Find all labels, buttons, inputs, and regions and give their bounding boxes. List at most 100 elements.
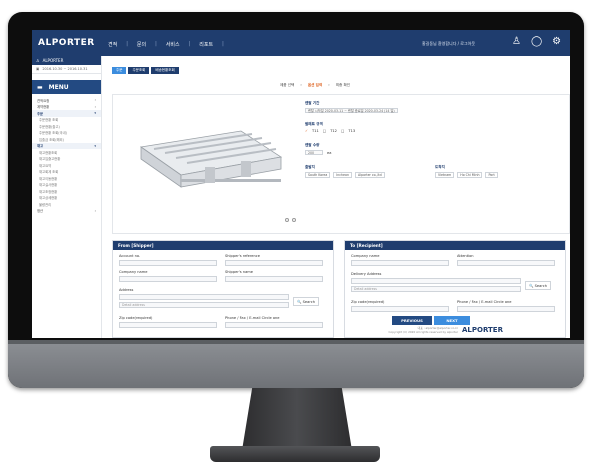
sidebar-item-label: 주문현황 조회(국내) [39, 131, 67, 136]
detail-address-input[interactable]: Detail address [119, 302, 289, 308]
carousel-dot[interactable] [285, 218, 289, 222]
recipient-contact-label: Phone / Fax / E-mail Circle one [457, 300, 512, 304]
app-logo[interactable]: ALPORTER [38, 38, 95, 48]
destination-site-select[interactable]: Port [485, 172, 498, 178]
chevron-down-icon: ▾ [94, 143, 96, 148]
destination-city-select[interactable]: Ho Chi Minh [457, 172, 483, 178]
sidebar-item-label: 재고조정현황 [39, 189, 58, 194]
address-search-button[interactable]: 🔍 Search [293, 297, 319, 306]
delivery-address-field: Delivery Address Detail address [351, 272, 521, 292]
top-menu-separator: | [188, 41, 191, 47]
recipient-company-input[interactable] [351, 260, 449, 266]
contact-input[interactable] [225, 322, 323, 328]
pallet-option-t12[interactable]: T12 [330, 129, 337, 133]
origin-group: 출발지 South Korea Incheon Alporter co.,ltd [305, 165, 385, 178]
quantity-input[interactable]: 200 [305, 150, 323, 155]
top-menu-item[interactable]: 리포트 [199, 41, 213, 48]
sidebar-menu-title: MENU [48, 83, 69, 91]
step-select-product: 제품 선택 [280, 83, 295, 87]
rental-period-field[interactable]: 렌탈 시작일 2020-03-11 ~ 렌탈 종료일 2020-03-24 (1… [305, 108, 398, 113]
settings-icon[interactable]: ⚙ [552, 37, 561, 47]
carousel-dot[interactable] [292, 218, 296, 222]
recipient-zip-input[interactable] [351, 306, 449, 312]
address-input[interactable] [119, 294, 289, 300]
recipient-contact-input[interactable] [457, 306, 555, 312]
user-icon[interactable]: ♙ [512, 37, 521, 47]
sidebar-item-label: 재고이동현황 [39, 176, 58, 181]
footer-logo: ALPORTER [462, 326, 503, 334]
sidebar-item[interactable]: 정산 › [32, 208, 101, 215]
top-menu-item[interactable]: 견적 [108, 41, 117, 48]
chevron-down-icon: ▾ [94, 111, 96, 116]
company-name-field: Company name [119, 270, 217, 282]
tab-order[interactable]: 주문 [112, 67, 127, 74]
attention-field: Attention [457, 254, 555, 266]
tab-order-lookup[interactable]: 주문조회 [128, 67, 150, 74]
sidebar-menu-list: 견적요청 › 계약현황 › 주문 ▾ 주문현황 조회 주문현황(출고) 주문현황 조회(국내) 입… [32, 94, 101, 214]
sidebar-menu-header[interactable]: ▬ MENU [32, 80, 101, 94]
next-button[interactable]: NEXT [434, 316, 470, 325]
user-icon: ♙ [36, 58, 40, 63]
rental-quantity-label: 렌탈 수량 [305, 143, 320, 147]
monitor-stand-neck [242, 388, 352, 446]
rental-quantity-group: 렌탈 수량 200 ea [305, 143, 331, 155]
shipper-ref-input[interactable] [225, 260, 323, 266]
globe-icon[interactable]: ◯ [531, 37, 542, 47]
top-menu-item[interactable]: 문의 [137, 41, 146, 48]
delivery-search-label: Search [534, 284, 547, 288]
tab-delivery-status[interactable]: 배송현황조회 [151, 67, 179, 74]
top-menu-separator: | [155, 41, 157, 47]
sidebar-item-label: 재고상세현황 [39, 196, 58, 201]
chevron-right-icon: › [94, 208, 96, 213]
image-carousel-dots [285, 218, 296, 222]
checkbox-checked-icon[interactable]: ✓ [305, 129, 308, 133]
company-name-label: Company name [119, 270, 148, 274]
zip-input[interactable] [119, 322, 217, 328]
checkbox-icon[interactable]: □ [341, 129, 344, 133]
contact-field: Phone / Fax / E-mail Circle one [225, 316, 323, 328]
sidebar-user: ♙ ALPORTER [32, 56, 101, 65]
main-content: 주문 주문조회 배송현황조회 제품 선택 › 옵션 입력 › 최종 확인 렌탈 … [108, 56, 570, 338]
sidebar-item-label: 견적요청 [37, 98, 50, 103]
user-greeting[interactable]: 홍길동님 환영합니다 / 로그아웃 [422, 41, 475, 47]
destination-label: 도착지 [435, 165, 445, 169]
account-no-field: Account no. [119, 254, 217, 266]
origin-site-select[interactable]: Alporter co.,ltd [354, 172, 385, 178]
previous-button[interactable]: PREVIOUS [392, 316, 432, 325]
account-no-input[interactable] [119, 260, 217, 266]
pallet-option-t13[interactable]: T13 [348, 129, 355, 133]
delivery-address-input[interactable] [351, 278, 521, 284]
product-option-panel: 렌탈 기간 렌탈 시작일 2020-03-11 ~ 렌탈 종료일 2020-03… [112, 94, 570, 234]
sidebar-item-label: 재고요약 [39, 163, 52, 168]
address-field: Address Detail address [119, 288, 289, 308]
pallet-option-t11[interactable]: T11 [312, 129, 319, 133]
sidebar-item-label: 재고현황조회 [39, 150, 58, 155]
monitor-scene: ALPORTER 견적 | 문의 | 서비스 | 리포트 | 홍길동님 환영합니… [0, 0, 590, 466]
attention-input[interactable] [457, 260, 555, 266]
monitor-chin-edge [8, 340, 584, 344]
sidebar-item-label: 재고회계 조회 [39, 170, 59, 175]
destination-country-select[interactable]: Vietnam [435, 172, 455, 178]
origin-city-select[interactable]: Incheon [333, 172, 352, 178]
checkbox-icon[interactable]: □ [323, 129, 326, 133]
recipient-contact-field: Phone / Fax / E-mail Circle one [457, 300, 555, 312]
monitor-stand-base [210, 446, 380, 462]
sidebar-item-label: 주문현황(출고) [39, 124, 60, 129]
shipper-ref-field: Shipper's reference [225, 254, 323, 266]
account-no-label: Account no. [119, 254, 141, 258]
origin-country-select[interactable]: South Korea [305, 172, 331, 178]
shipper-box-title: From [Shipper] [113, 241, 333, 250]
top-menu-item[interactable]: 서비스 [166, 41, 180, 48]
sidebar-item-label: 재고입출고현황 [39, 157, 61, 162]
rental-period-label: 렌탈 기간 [305, 101, 320, 105]
sidebar-date-range: 2016.10.30 ~ 2016.10.31 [42, 67, 88, 71]
delivery-detail-address-input[interactable]: Detail address [351, 286, 521, 292]
zip-field: Zip code(required) [119, 316, 217, 328]
sidebar-item-label: 주문현황 조회 [39, 118, 59, 123]
recipient-company-label: Company name [351, 254, 380, 258]
company-name-input[interactable] [119, 276, 217, 282]
delivery-search-button[interactable]: 🔍 Search [525, 281, 551, 290]
chevron-right-icon: › [94, 98, 96, 103]
sidebar-item-label: 불량관리 [39, 202, 52, 207]
shipper-name-input[interactable] [225, 276, 323, 282]
